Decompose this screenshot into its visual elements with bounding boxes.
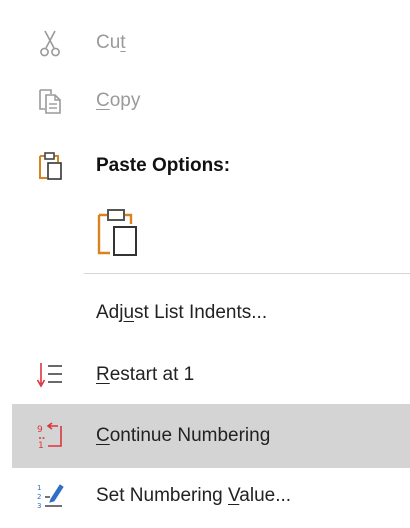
menu-item-copy[interactable]: Copy [12,76,410,126]
menu-item-continue-numbering[interactable]: 9 1 Continue Numbering [12,404,410,468]
scissors-icon [36,28,64,58]
menu-item-continue-label: Continue Numbering [96,425,271,446]
paste-keep-formatting-button[interactable] [88,202,148,262]
menu-item-adjust-label: Adjust List Indents... [96,302,268,323]
svg-text:1: 1 [37,484,41,492]
menu-separator [84,273,410,274]
copy-icon [36,86,64,116]
svg-text:2: 2 [37,493,41,501]
paste-options-label: Paste Options: [96,155,231,176]
continue-numbering-icon: 9 1 [36,421,64,451]
menu-item-cut-label: Cut [96,32,126,53]
svg-text:3: 3 [37,502,41,510]
menu-item-restart-at-1[interactable]: Restart at 1 [12,349,410,401]
svg-text:1: 1 [38,441,44,451]
paste-keep-formatting-icon [96,206,140,263]
menu-item-copy-label: Copy [96,90,141,111]
set-numbering-value-icon: 1 2 3 [36,481,64,511]
menu-item-set-numbering-value[interactable]: 1 2 3 Set Numbering Value... [12,470,410,522]
context-menu: Cut Copy Paste Options: Adjust List Inde… [0,0,410,528]
restart-numbering-icon [36,360,64,390]
paste-options-header: Paste Options: [12,142,410,190]
menu-item-cut[interactable]: Cut [12,18,410,68]
menu-item-restart-label: Restart at 1 [96,364,195,385]
clipboard-icon [36,151,64,181]
svg-text:9: 9 [37,425,43,435]
menu-item-adjust-list-indents[interactable]: Adjust List Indents... [12,288,410,338]
menu-item-set-value-label: Set Numbering Value... [96,485,292,506]
